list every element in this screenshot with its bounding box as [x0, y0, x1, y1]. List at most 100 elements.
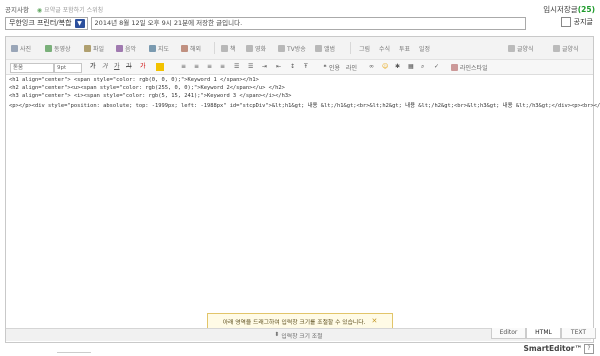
subject-row: 무한잉크 프린터/복합 ▼ 2014년 8월 12일 오후 9시 21분에 저장… — [5, 16, 595, 30]
list-icon[interactable]: ☰ — [234, 63, 242, 71]
tab-text[interactable]: TEXT — [561, 328, 596, 339]
quote-label: 인용 — [329, 65, 341, 72]
smarteditor-logo: SmartEditor™ — [523, 344, 582, 353]
tab-html[interactable]: HTML — [526, 328, 561, 339]
source-line: <h2 align="center"><u><span style="color… — [9, 85, 285, 91]
category-value: 무한잉크 프린터/복합 — [9, 18, 72, 27]
notice-checkbox[interactable] — [560, 17, 571, 27]
line-style-icon — [451, 64, 458, 71]
align-left-icon[interactable]: ≡ — [181, 63, 189, 71]
format-toolbar: 돋움 9pt 가 가 가 가 가 ≡ ≡ ≡ ≡ ☰ ☰ ⇥ ⇤ ↕ Ŧ ❝ 인용… — [6, 60, 593, 75]
indent-icon[interactable]: ⇥ — [262, 63, 270, 71]
line-height-icon[interactable]: ↕ — [290, 63, 298, 71]
strike-format-icon[interactable]: Ŧ — [304, 63, 312, 71]
book-icon — [221, 45, 228, 52]
mode-tabs: Editor HTML TEXT — [491, 328, 596, 339]
find-icon[interactable]: ⌕ — [421, 63, 429, 71]
draw-button[interactable]: 그림 — [359, 44, 370, 53]
top-bar: 공지사항 ◉ 요약글 포함하기 스위칭 임시저장글(25) — [5, 3, 595, 15]
formula-button[interactable]: 수식 — [379, 44, 390, 53]
emoticon-icon[interactable]: ☺ — [382, 63, 390, 71]
vote-button[interactable]: 투표 — [399, 44, 410, 53]
table-icon[interactable]: ▦ — [408, 63, 416, 71]
album-button[interactable]: 앨범 — [315, 44, 335, 53]
line-style-label: 라인스타일 — [460, 65, 488, 72]
resize-label: 입력창 크기 조절 — [281, 333, 323, 340]
summary-toggle-link[interactable]: ◉ 요약글 포함하기 스위칭 — [37, 5, 103, 14]
book-button[interactable]: 책 — [221, 44, 236, 53]
line-button[interactable]: 라인 — [346, 63, 357, 72]
spellcheck-icon[interactable]: ✓ — [434, 63, 442, 71]
notice-label: 공지사항 — [5, 6, 29, 14]
map-button[interactable]: 지도 — [149, 44, 169, 53]
tab-editor[interactable]: Editor — [491, 328, 526, 339]
template-label: 글양식 — [562, 46, 579, 53]
html-source-area[interactable]: <h1 align="center"> <span style="color: … — [6, 75, 600, 323]
resize-tooltip: 아래 영역을 드래그하여 입력창 크기를 조절할 수 있습니다. ✕ — [207, 313, 393, 329]
highlight-button[interactable] — [156, 63, 164, 71]
summary-toggle-label: 요약글 포함하기 스위칭 — [44, 6, 104, 14]
strikethrough-button[interactable]: 가 — [126, 63, 134, 71]
schedule-label: 일정 — [419, 46, 431, 53]
overseas-label: 해외 — [190, 46, 202, 53]
globe-icon — [181, 45, 188, 52]
movie-icon — [246, 45, 253, 52]
music-label: 음악 — [125, 46, 137, 53]
quote-icon: ❝ — [323, 63, 327, 71]
font-size-select[interactable]: 9pt — [54, 62, 82, 73]
outdent-icon[interactable]: ⇤ — [276, 63, 284, 71]
file-label: 파일 — [93, 46, 105, 53]
divider — [350, 42, 351, 54]
category-select[interactable]: 무한잉크 프린터/복합 ▼ — [5, 16, 88, 30]
radio-icon: ◉ — [36, 6, 43, 14]
music-button[interactable]: 음악 — [116, 44, 136, 53]
numbered-list-icon[interactable]: ☰ — [248, 63, 256, 71]
font-family-select[interactable]: 돋움 — [10, 62, 54, 73]
map-label: 지도 — [158, 46, 170, 53]
source-line: <h1 align="center"> <span style="color: … — [9, 77, 259, 83]
movie-button[interactable]: 영화 — [246, 44, 266, 53]
album-icon — [315, 45, 322, 52]
bold-button[interactable]: 가 — [90, 63, 98, 71]
video-icon — [45, 45, 52, 52]
chevron-down-icon[interactable]: ▼ — [74, 18, 85, 28]
overseas-button[interactable]: 해외 — [181, 44, 201, 53]
video-label: 동영상 — [54, 46, 71, 53]
movie-label: 영화 — [255, 46, 267, 53]
temp-save-count: (25) — [577, 5, 595, 14]
special-char-icon[interactable]: ✱ — [395, 63, 403, 71]
notice-checkbox-label: 공지글 — [573, 18, 593, 26]
link-icon[interactable]: ∞ — [369, 63, 377, 71]
subject-input[interactable]: 2014년 8월 12일 오후 9시 21분에 저장한 글입니다. — [90, 16, 526, 30]
align-right-icon[interactable]: ≡ — [207, 63, 215, 71]
underline-button[interactable]: 가 — [114, 63, 122, 71]
notice-checkbox-group[interactable]: 공지글 — [560, 17, 593, 27]
tv-icon — [278, 45, 285, 52]
album-label: 앨범 — [324, 46, 336, 53]
quote-style-button[interactable]: 글양식 — [508, 44, 534, 53]
video-button[interactable]: 동영상 — [45, 44, 71, 53]
close-icon[interactable]: ✕ — [371, 317, 377, 325]
tv-button[interactable]: TV방송 — [278, 44, 306, 53]
font-color-button[interactable]: 가 — [140, 63, 148, 71]
quote-style-label: 글양식 — [517, 46, 534, 53]
template-icon — [553, 45, 560, 52]
justify-icon[interactable]: ≡ — [220, 63, 228, 71]
photo-label: 사진 — [20, 46, 32, 53]
italic-button[interactable]: 가 — [102, 63, 110, 71]
file-button[interactable]: 파일 — [84, 44, 104, 53]
temp-save-label: 임시저장글 — [543, 5, 578, 14]
help-icon[interactable]: ? — [584, 344, 594, 354]
template-button[interactable]: 글양식 — [553, 44, 579, 53]
font-size-value: 9pt — [54, 62, 82, 73]
quote-button[interactable]: ❝ 인용 — [321, 63, 341, 73]
file-icon — [84, 45, 91, 52]
divider — [57, 352, 91, 353]
line-style-button[interactable]: 라인스타일 — [451, 63, 488, 72]
temp-save-link[interactable]: 임시저장글(25) — [543, 4, 595, 15]
schedule-button[interactable]: 일정 — [419, 44, 430, 53]
formula-label: 수식 — [379, 46, 391, 53]
photo-button[interactable]: 사진 — [11, 44, 31, 53]
align-center-icon[interactable]: ≡ — [194, 63, 202, 71]
divider — [214, 42, 215, 54]
